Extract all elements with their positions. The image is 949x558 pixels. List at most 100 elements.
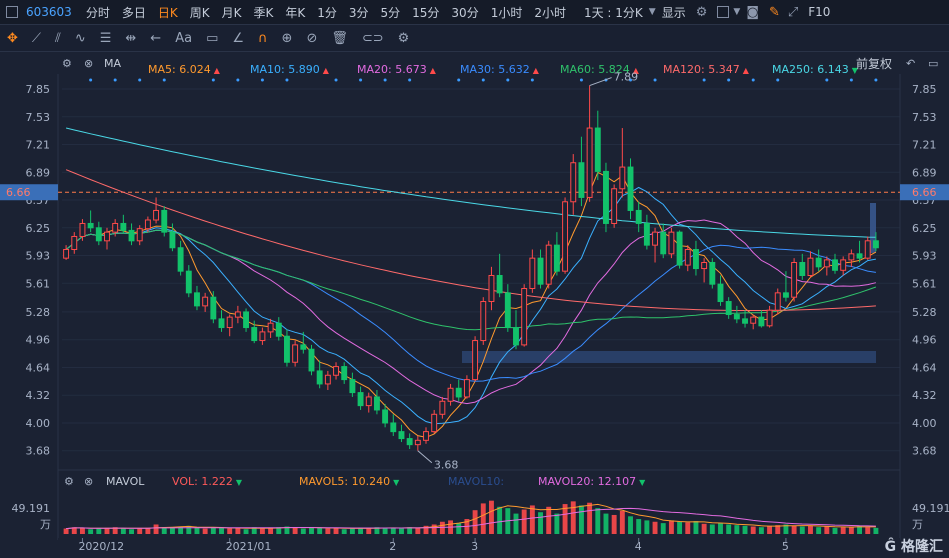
- candle-body: [823, 259, 830, 268]
- y-tick-right: 7.53: [912, 111, 937, 124]
- volume-bar: [816, 527, 822, 534]
- y-tick-right: 6.25: [912, 222, 937, 235]
- vol-name: MAVOL: [106, 475, 145, 488]
- volume-bar: [832, 527, 838, 534]
- candle-body: [382, 409, 389, 424]
- event-marker: [530, 78, 534, 82]
- candle-body: [758, 316, 765, 327]
- volume-bar: [513, 513, 519, 534]
- candle-body: [570, 162, 577, 203]
- volume-bar: [415, 527, 421, 534]
- volume-bar: [554, 513, 560, 534]
- indicator-settings-icon[interactable]: ⚙: [64, 475, 74, 488]
- candle-body: [750, 316, 757, 324]
- candle-body: [169, 231, 176, 249]
- candle-body: [128, 229, 135, 242]
- low-pointer: [417, 450, 433, 464]
- volume-bar: [169, 527, 175, 534]
- candle-body: [283, 335, 290, 363]
- volume-bar: [120, 528, 126, 534]
- candle-body: [553, 244, 560, 272]
- candle-body: [652, 231, 659, 246]
- candle-body: [87, 222, 94, 229]
- volume-bar: [685, 522, 691, 534]
- candle-body: [373, 396, 380, 411]
- candle-body: [177, 247, 184, 272]
- volume-bar: [808, 525, 813, 534]
- volume-bar: [668, 520, 674, 534]
- volume-bar: [317, 527, 323, 534]
- volume-bar: [529, 505, 535, 534]
- candle-body: [848, 253, 855, 261]
- y-tick-right: 4.00: [912, 417, 937, 430]
- event-marker: [579, 78, 583, 82]
- volume-bar: [726, 524, 732, 534]
- candle-body: [185, 270, 192, 294]
- y-tick-left: 4.96: [26, 334, 51, 347]
- y-tick-right: 6.89: [912, 166, 937, 179]
- event-marker: [825, 78, 829, 82]
- candle-body: [251, 327, 258, 342]
- candle-body: [365, 396, 372, 407]
- volume-bar: [186, 525, 192, 534]
- event-marker: [113, 78, 117, 82]
- volume-legend: ⚙ ⊗ MAVOL VOL: 1.222 ▼ MAVOL5: 10.240 ▼ MAVO…: [0, 472, 949, 492]
- current-price-label: 6.66: [912, 186, 937, 199]
- candle-body: [324, 374, 331, 385]
- volume-bar: [129, 529, 134, 534]
- volume-bar: [636, 519, 642, 534]
- candle-body: [333, 366, 339, 376]
- event-marker: [162, 78, 166, 82]
- candle-body: [856, 253, 863, 259]
- candle-body: [292, 344, 299, 363]
- event-marker: [260, 78, 264, 82]
- event-marker: [138, 78, 142, 82]
- event-marker: [727, 78, 731, 82]
- candle-body: [603, 170, 609, 224]
- date-label: 4: [635, 540, 642, 553]
- candle-body: [496, 275, 503, 294]
- candle-body: [529, 257, 536, 290]
- y-tick-left: 5.61: [26, 277, 51, 290]
- candle-body: [161, 209, 168, 233]
- candle-body: [594, 127, 601, 172]
- y-tick-left: 7.85: [26, 83, 51, 96]
- volume-bar: [219, 527, 224, 534]
- volume-bar: [742, 525, 748, 534]
- volume-bar: [202, 528, 208, 534]
- event-marker: [89, 78, 93, 82]
- event-marker: [211, 78, 215, 82]
- event-marker: [776, 78, 780, 82]
- event-marker: [506, 78, 510, 82]
- candle-body: [815, 257, 822, 268]
- volume-bar: [349, 528, 355, 534]
- candle-body: [725, 301, 732, 316]
- high-pointer: [589, 77, 612, 87]
- candle-body: [153, 209, 160, 221]
- candle-body: [578, 162, 585, 198]
- close-icon[interactable]: ⊗: [84, 475, 93, 488]
- candle-body: [832, 259, 838, 271]
- volume-bar: [390, 527, 396, 534]
- volume-max-label: 49.191: [12, 502, 51, 515]
- ma-line: [65, 171, 877, 438]
- date-label: 2021/01: [226, 540, 272, 553]
- volume-bar: [153, 524, 159, 534]
- candle-body: [243, 311, 250, 329]
- event-marker: [702, 78, 706, 82]
- vol-legend-item: MAVOL5: 10.240 ▼: [299, 475, 400, 488]
- volume-bar: [652, 521, 658, 534]
- candle-body: [63, 248, 70, 259]
- candle-body: [316, 370, 323, 385]
- volume-bar: [480, 503, 486, 534]
- volume-bar: [791, 525, 797, 534]
- candle-body: [709, 261, 716, 285]
- candle-body: [627, 166, 634, 211]
- candle-body: [414, 439, 421, 446]
- candle-body: [611, 188, 618, 224]
- volume-bar: [873, 527, 879, 534]
- volume-bar: [578, 505, 584, 534]
- candle-body: [210, 296, 217, 320]
- volume-bar: [546, 506, 552, 534]
- y-tick-left: 4.32: [26, 389, 51, 402]
